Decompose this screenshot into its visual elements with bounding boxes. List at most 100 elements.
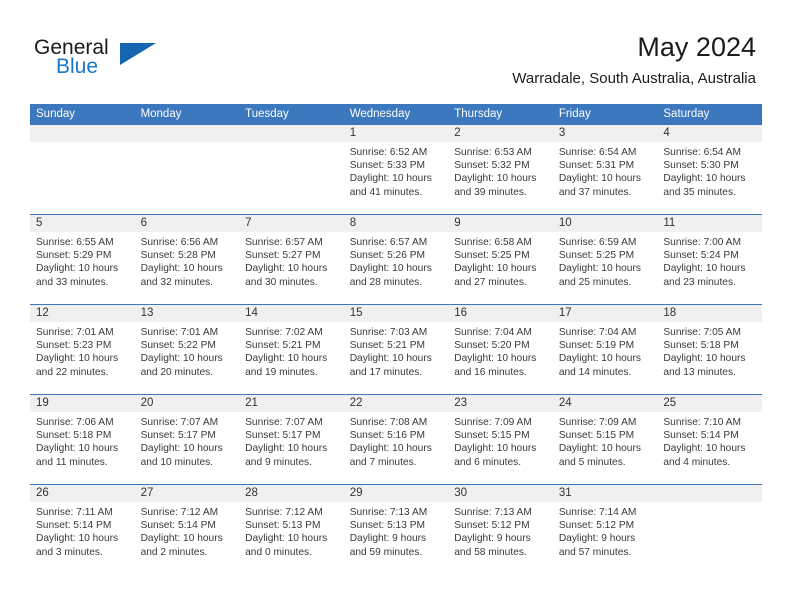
calendar-day-cell[interactable]: 14 Sunrise: 7:02 AM Sunset: 5:21 PM Dayligh… (239, 304, 344, 395)
day-details: Sunrise: 6:54 AM Sunset: 5:30 PM Daylight:… (657, 142, 762, 199)
day-details: Sunrise: 7:12 AM Sunset: 5:14 PM Daylight:… (135, 502, 240, 559)
calendar-day-cell[interactable]: 7 Sunrise: 6:57 AM Sunset: 5:27 PM Daylight… (239, 214, 344, 305)
brand-name-blue: Blue (56, 55, 99, 78)
day-number: 1 (343, 125, 449, 142)
calendar-day-cell[interactable]: 29 Sunrise: 7:13 AM Sunset: 5:13 PM Dayligh… (343, 484, 449, 574)
calendar-cell-inner: 14 Sunrise: 7:02 AM Sunset: 5:21 PM Dayligh… (239, 305, 344, 394)
day-details: Sunrise: 7:07 AM Sunset: 5:17 PM Daylight:… (135, 412, 240, 469)
calendar-cell-inner: 9 Sunrise: 6:58 AM Sunset: 5:25 PM Daylight… (448, 215, 553, 304)
day-details: Sunrise: 6:53 AM Sunset: 5:32 PM Daylight:… (448, 142, 553, 199)
calendar-day-cell[interactable]: 18 Sunrise: 7:05 AM Sunset: 5:18 PM Dayligh… (657, 304, 762, 395)
calendar-day-cell[interactable]: 6 Sunrise: 6:56 AM Sunset: 5:28 PM Daylight… (134, 214, 240, 305)
calendar-cell-empty (30, 125, 135, 215)
sunrise-time: Sunrise: 7:06 AM (36, 417, 114, 428)
day-details: Sunrise: 6:56 AM Sunset: 5:28 PM Daylight:… (135, 232, 240, 289)
calendar-cell-inner: 25 Sunrise: 7:10 AM Sunset: 5:14 PM Dayligh… (657, 395, 762, 484)
calendar-cell-inner: 8 Sunrise: 6:57 AM Sunset: 5:26 PM Daylight… (343, 215, 449, 304)
daylight-duration-line1: Daylight: 10 hours (36, 263, 119, 275)
day-number: 25 (657, 395, 762, 412)
sunset-time: Sunset: 5:23 PM (36, 340, 112, 352)
calendar-day-cell[interactable]: 3 Sunrise: 6:54 AM Sunset: 5:31 PM Daylight… (552, 125, 658, 215)
daylight-duration-line1: Daylight: 10 hours (245, 353, 328, 365)
day-number: 15 (343, 305, 449, 322)
calendar-day-cell[interactable]: 12 Sunrise: 7:01 AM Sunset: 5:23 PM Dayligh… (30, 304, 135, 395)
day-number: 21 (239, 395, 344, 412)
daylight-duration-line1: Daylight: 10 hours (245, 533, 328, 545)
daylight-duration-line1: Daylight: 10 hours (454, 443, 537, 455)
sunset-time: Sunset: 5:20 PM (454, 340, 530, 352)
calendar-day-cell[interactable]: 9 Sunrise: 6:58 AM Sunset: 5:25 PM Daylight… (448, 214, 553, 305)
calendar-day-cell[interactable]: 1 Sunrise: 6:52 AM Sunset: 5:33 PM Daylight… (343, 125, 449, 215)
sunset-time: Sunset: 5:14 PM (663, 430, 739, 442)
daylight-duration-line1: Daylight: 10 hours (140, 353, 223, 365)
calendar-cell-empty (657, 484, 762, 574)
title-block: May 2024 Warradale, South Australia, Aus… (512, 30, 756, 90)
daylight-duration-line2: and 16 minutes. (454, 366, 527, 378)
day-details: Sunrise: 7:10 AM Sunset: 5:14 PM Daylight:… (657, 412, 762, 469)
day-details: Sunrise: 7:01 AM Sunset: 5:23 PM Daylight:… (30, 322, 135, 379)
calendar-week-row: 5 Sunrise: 6:55 AM Sunset: 5:29 PM Daylight… (30, 214, 762, 305)
calendar-day-cell[interactable]: 4 Sunrise: 6:54 AM Sunset: 5:30 PM Daylight… (657, 125, 762, 215)
calendar-cell-inner: 6 Sunrise: 6:56 AM Sunset: 5:28 PM Daylight… (134, 215, 240, 304)
calendar-day-cell[interactable]: 22 Sunrise: 7:08 AM Sunset: 5:16 PM Dayligh… (343, 394, 449, 485)
calendar-week-row: 12 Sunrise: 7:01 AM Sunset: 5:23 PM Dayligh… (30, 304, 762, 395)
calendar-day-cell[interactable]: 31 Sunrise: 7:14 AM Sunset: 5:12 PM Dayligh… (552, 484, 658, 574)
sunset-time: Sunset: 5:14 PM (36, 520, 112, 532)
sunrise-time: Sunrise: 7:01 AM (140, 327, 219, 338)
calendar-day-cell[interactable]: 27 Sunrise: 7:12 AM Sunset: 5:14 PM Dayligh… (134, 484, 240, 574)
calendar-cell-inner: 29 Sunrise: 7:13 AM Sunset: 5:13 PM Dayligh… (343, 485, 449, 574)
daylight-duration-line2: and 2 minutes. (140, 546, 208, 558)
sunrise-time: Sunrise: 7:04 AM (558, 327, 637, 338)
daylight-duration-line2: and 14 minutes. (558, 366, 632, 378)
calendar-day-cell[interactable]: 23 Sunrise: 7:09 AM Sunset: 5:15 PM Dayligh… (448, 394, 553, 485)
day-details: Sunrise: 7:02 AM Sunset: 5:21 PM Daylight:… (239, 322, 344, 379)
sunrise-time: Sunrise: 6:52 AM (349, 147, 428, 158)
sunset-time: Sunset: 5:33 PM (349, 160, 426, 172)
brand-logo[interactable]: General Blue (34, 36, 156, 82)
calendar-day-cell[interactable]: 17 Sunrise: 7:04 AM Sunset: 5:19 PM Dayligh… (552, 304, 658, 395)
calendar-day-cell[interactable]: 30 Sunrise: 7:13 AM Sunset: 5:12 PM Dayligh… (448, 484, 553, 574)
calendar-day-cell[interactable]: 2 Sunrise: 6:53 AM Sunset: 5:32 PM Daylight… (448, 125, 553, 215)
calendar-day-cell[interactable]: 20 Sunrise: 7:07 AM Sunset: 5:17 PM Dayligh… (134, 394, 240, 485)
day-number: 19 (30, 395, 135, 412)
sunset-time: Sunset: 5:24 PM (663, 250, 739, 262)
sunset-time: Sunset: 5:32 PM (454, 160, 530, 172)
day-number: 31 (552, 485, 658, 502)
sunrise-time: Sunrise: 7:11 AM (36, 507, 113, 518)
calendar-week-row: 1 Sunrise: 6:52 AM Sunset: 5:33 PM Daylight… (30, 125, 762, 215)
day-number: 28 (239, 485, 344, 502)
day-number: 14 (239, 305, 344, 322)
day-details: Sunrise: 7:11 AM Sunset: 5:14 PM Daylight:… (30, 502, 135, 559)
calendar-day-cell[interactable]: 24 Sunrise: 7:09 AM Sunset: 5:15 PM Dayligh… (552, 394, 658, 485)
weekday-header-friday: Friday (552, 104, 658, 125)
daylight-duration-line2: and 39 minutes. (454, 186, 527, 198)
calendar-cell-inner: 13 Sunrise: 7:01 AM Sunset: 5:22 PM Dayligh… (134, 305, 240, 394)
day-details: Sunrise: 6:54 AM Sunset: 5:31 PM Daylight:… (553, 142, 658, 199)
calendar-day-cell[interactable]: 13 Sunrise: 7:01 AM Sunset: 5:22 PM Dayligh… (134, 304, 240, 395)
calendar-week-row: 26 Sunrise: 7:11 AM Sunset: 5:14 PM Dayligh… (30, 484, 762, 574)
sunset-time: Sunset: 5:21 PM (245, 340, 321, 352)
calendar-cell-inner: 18 Sunrise: 7:05 AM Sunset: 5:18 PM Dayligh… (657, 305, 762, 394)
day-details (239, 142, 344, 146)
calendar-day-cell[interactable]: 19 Sunrise: 7:06 AM Sunset: 5:18 PM Dayligh… (30, 394, 135, 485)
calendar-day-cell[interactable]: 25 Sunrise: 7:10 AM Sunset: 5:14 PM Dayligh… (657, 394, 762, 485)
daylight-duration-line1: Daylight: 10 hours (36, 443, 119, 455)
daylight-duration-line2: and 22 minutes. (36, 366, 109, 378)
calendar-day-cell[interactable]: 11 Sunrise: 7:00 AM Sunset: 5:24 PM Dayligh… (657, 214, 762, 305)
daylight-duration-line1: Daylight: 10 hours (558, 263, 641, 275)
daylight-duration-line2: and 19 minutes. (245, 366, 318, 378)
day-details: Sunrise: 7:07 AM Sunset: 5:17 PM Daylight:… (239, 412, 344, 469)
daylight-duration-line1: Daylight: 10 hours (140, 263, 223, 275)
calendar-day-cell[interactable]: 21 Sunrise: 7:07 AM Sunset: 5:17 PM Dayligh… (239, 394, 344, 485)
page-header: General Blue May 2024 Warradale, South A… (0, 0, 792, 100)
calendar-day-cell[interactable]: 15 Sunrise: 7:03 AM Sunset: 5:21 PM Dayligh… (343, 304, 449, 395)
day-details: Sunrise: 7:09 AM Sunset: 5:15 PM Daylight:… (553, 412, 658, 469)
calendar-day-cell[interactable]: 16 Sunrise: 7:04 AM Sunset: 5:20 PM Dayligh… (448, 304, 553, 395)
calendar-day-cell[interactable]: 10 Sunrise: 6:59 AM Sunset: 5:25 PM Dayligh… (552, 214, 658, 305)
calendar-day-cell[interactable]: 8 Sunrise: 6:57 AM Sunset: 5:26 PM Daylight… (343, 214, 449, 305)
daylight-duration-line2: and 17 minutes. (349, 366, 423, 378)
calendar-day-cell[interactable]: 5 Sunrise: 6:55 AM Sunset: 5:29 PM Daylight… (30, 214, 135, 305)
calendar-day-cell[interactable]: 28 Sunrise: 7:12 AM Sunset: 5:13 PM Dayligh… (239, 484, 344, 574)
daylight-duration-line2: and 57 minutes. (558, 546, 632, 558)
calendar-day-cell[interactable]: 26 Sunrise: 7:11 AM Sunset: 5:14 PM Dayligh… (30, 484, 135, 574)
